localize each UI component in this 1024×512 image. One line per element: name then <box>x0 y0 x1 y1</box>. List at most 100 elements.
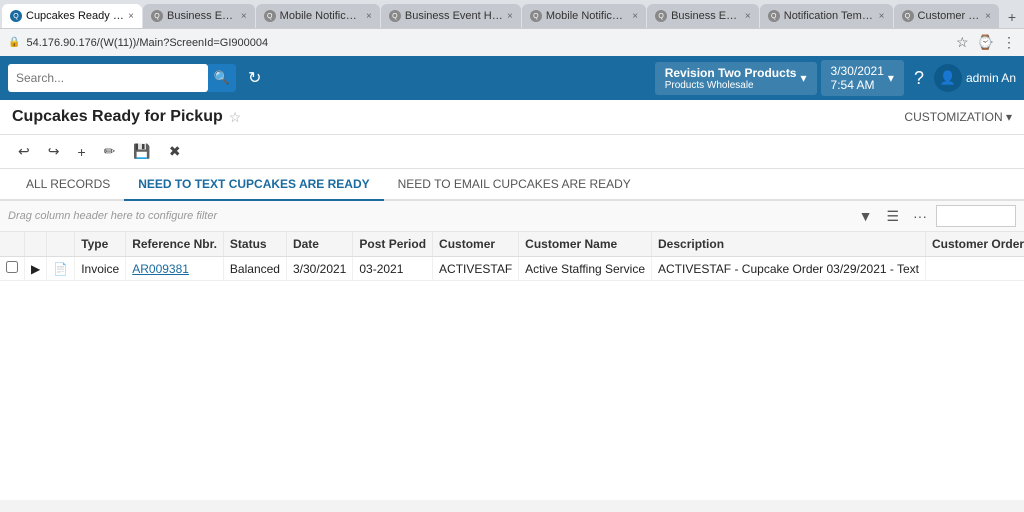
page-title-bar: Cupcakes Ready for Pickup ☆ CUSTOMIZATIO… <box>0 100 1024 135</box>
ref-link[interactable]: AR009381 <box>132 262 189 276</box>
bookmark-icon[interactable]: ☆ <box>956 34 969 51</box>
tab-favicon: Q <box>151 10 163 22</box>
cell-type: Invoice <box>75 257 126 281</box>
help-button[interactable]: ? <box>908 64 930 93</box>
col-header-customername[interactable]: Customer Name <box>519 232 652 257</box>
more-actions-button[interactable]: ··· <box>908 206 932 226</box>
col-header-date[interactable]: Date <box>286 232 352 257</box>
app-header: 🔍 ↻ Revision Two Products Products Whole… <box>0 56 1024 100</box>
columns-button[interactable]: ☰ <box>881 206 904 227</box>
col-header-icon2 <box>47 232 75 257</box>
browser-tab-tab7[interactable]: Q Notification Templat... × <box>760 4 893 28</box>
view-tab-all-records[interactable]: ALL RECORDS <box>12 169 124 201</box>
browser-tab-tab2[interactable]: Q Business Events × <box>143 4 255 28</box>
cell-customername: Active Staffing Service <box>519 257 652 281</box>
col-header-status[interactable]: Status <box>223 232 286 257</box>
tab-label: Business Event Histo... <box>405 10 503 22</box>
tab-label: Mobile Notifications <box>280 10 362 22</box>
add-button[interactable]: + <box>71 140 91 164</box>
browser-tab-tab3[interactable]: Q Mobile Notifications × <box>256 4 380 28</box>
cell-postperiod: 03-2021 <box>353 257 433 281</box>
tab-label: Business Events <box>167 10 237 22</box>
tab-favicon: Q <box>530 10 542 22</box>
tab-favicon: Q <box>768 10 780 22</box>
browser-tab-tab1[interactable]: Q Cupcakes Ready for P... × <box>2 4 142 28</box>
company-sub: Products Wholesale <box>665 80 797 91</box>
cell-expand-icon[interactable]: ▶ <box>25 257 47 281</box>
search-button[interactable]: 🔍 <box>208 64 236 92</box>
lock-icon: 🔒 <box>8 37 20 48</box>
browser-tab-tab5[interactable]: Q Mobile Notifications × <box>522 4 646 28</box>
toolbar: ↩ ↪ + ✏ 💾 ✖ <box>0 135 1024 169</box>
cell-date: 3/30/2021 <box>286 257 352 281</box>
tab-label: Notification Templat... <box>784 10 875 22</box>
datetime-display[interactable]: 3/30/2021 7:54 AM ▾ <box>821 60 904 96</box>
col-header-check <box>0 232 25 257</box>
username: admin An <box>966 71 1016 85</box>
company-selector[interactable]: Revision Two Products Products Wholesale… <box>655 62 817 95</box>
filter-button[interactable]: ▼ <box>854 206 878 226</box>
col-header-ref[interactable]: Reference Nbr. <box>126 232 224 257</box>
search-input[interactable] <box>8 64 208 92</box>
view-tabs: ALL RECORDSNEED TO TEXT CUPCAKES ARE REA… <box>0 169 1024 201</box>
data-table: Type Reference Nbr. Status Date Post Per… <box>0 232 1024 281</box>
cell-status: Balanced <box>223 257 286 281</box>
tab-label: Cupcakes Ready for P... <box>26 10 124 22</box>
tab-close-icon[interactable]: × <box>632 11 638 22</box>
cell-customerordernbr <box>926 257 1024 281</box>
refresh-button[interactable]: ↻ <box>240 64 269 92</box>
tab-label: Business Events <box>671 10 741 22</box>
col-header-customer[interactable]: Customer <box>433 232 519 257</box>
favorite-star-icon[interactable]: ☆ <box>229 109 242 126</box>
user-avatar: 👤 <box>934 64 962 92</box>
cell-customer: ACTIVESTAF <box>433 257 519 281</box>
search-filter-input[interactable] <box>936 205 1016 227</box>
col-header-postperiod[interactable]: Post Period <box>353 232 433 257</box>
header-time: 7:54 AM <box>831 78 884 92</box>
undo-button[interactable]: ↩ <box>12 139 36 164</box>
tab-close-icon[interactable]: × <box>745 11 751 22</box>
col-header-type[interactable]: Type <box>75 232 126 257</box>
table-header-row: Type Reference Nbr. Status Date Post Per… <box>0 232 1024 257</box>
tab-favicon: Q <box>10 10 22 22</box>
tab-close-icon[interactable]: × <box>879 11 885 22</box>
history-icon[interactable]: ⌚ <box>977 34 994 51</box>
tab-close-icon[interactable]: × <box>241 11 247 22</box>
user-menu[interactable]: 👤 admin An <box>934 64 1016 92</box>
settings-icon[interactable]: ⋮ <box>1002 34 1016 51</box>
col-header-customerordernbr[interactable]: Customer Order Nbr. <box>926 232 1024 257</box>
cell-checkbox[interactable] <box>0 257 25 281</box>
browser-tab-tab6[interactable]: Q Business Events × <box>647 4 759 28</box>
delete-button[interactable]: ✖ <box>163 139 187 164</box>
address-bar: 🔒 54.176.90.176/(W(11))/Main?ScreenId=GI… <box>0 28 1024 56</box>
tab-close-icon[interactable]: × <box>366 11 372 22</box>
new-tab-button[interactable]: + <box>1000 6 1024 28</box>
edit-button[interactable]: ✏ <box>98 139 122 164</box>
tab-favicon: Q <box>264 10 276 22</box>
tab-bar: Q Cupcakes Ready for P... × Q Business Event… <box>0 0 1024 28</box>
tab-favicon: Q <box>655 10 667 22</box>
customization-button[interactable]: CUSTOMIZATION ▾ <box>904 110 1012 124</box>
tab-close-icon[interactable]: × <box>985 11 991 22</box>
cell-description: ACTIVESTAF - Cupcake Order 03/29/2021 - … <box>652 257 926 281</box>
datetime-chevron-icon: ▾ <box>888 71 894 85</box>
view-tab-need-email[interactable]: NEED TO EMAIL CUPCAKES ARE READY <box>384 169 645 201</box>
col-header-description[interactable]: Description <box>652 232 926 257</box>
save-button[interactable]: 💾 <box>127 139 156 164</box>
tab-favicon: Q <box>389 10 401 22</box>
browser-tab-tab4[interactable]: Q Business Event Histo... × <box>381 4 521 28</box>
table-row: ▶📄InvoiceAR009381Balanced3/30/202103-202… <box>0 257 1024 281</box>
url-display: 54.176.90.176/(W(11))/Main?ScreenId=GI90… <box>26 37 950 49</box>
filter-bar: Drag column header here to configure fil… <box>0 201 1024 232</box>
page-content: Cupcakes Ready for Pickup ☆ CUSTOMIZATIO… <box>0 100 1024 500</box>
view-tab-need-text[interactable]: NEED TO TEXT CUPCAKES ARE READY <box>124 169 383 201</box>
browser-tab-tab8[interactable]: QCustomer View× <box>894 4 999 28</box>
tab-close-icon[interactable]: × <box>128 11 134 22</box>
company-chevron-icon: ▾ <box>800 71 806 85</box>
cell-ref[interactable]: AR009381 <box>126 257 224 281</box>
redo-button[interactable]: ↪ <box>42 139 66 164</box>
tab-close-icon[interactable]: × <box>507 11 513 22</box>
page-title: Cupcakes Ready for Pickup <box>12 108 223 126</box>
tab-label: Mobile Notifications <box>546 10 628 22</box>
col-header-icon1 <box>25 232 47 257</box>
